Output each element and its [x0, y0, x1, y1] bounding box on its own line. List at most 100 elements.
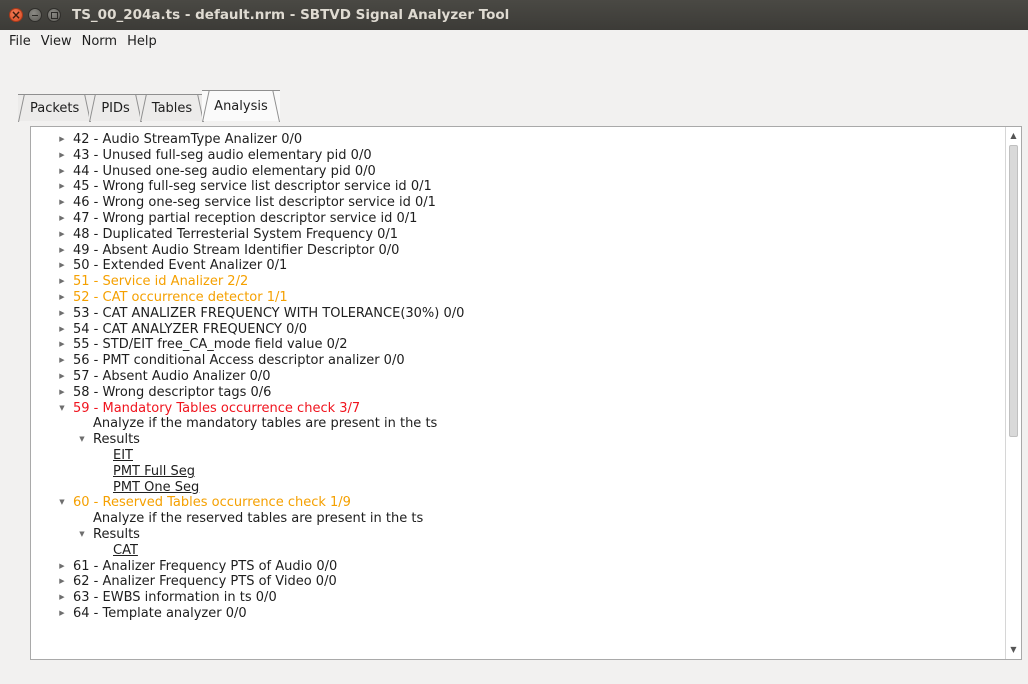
expand-arrow-icon[interactable]: ▶	[57, 227, 67, 243]
window-title: TS_00_204a.ts - default.nrm - SBTVD Sign…	[72, 7, 510, 23]
analysis-tree-panel: ▶ 42 - Audio StreamType Analizer 0/0 ▶ 43 …	[30, 126, 1022, 660]
tab-label: Packets	[30, 100, 80, 116]
tree-item-label: 56 - PMT conditional Access descriptor a…	[73, 353, 405, 369]
menu-norm[interactable]: Norm	[77, 34, 122, 49]
expand-arrow-icon[interactable]: ▶	[57, 132, 67, 148]
tree-item[interactable]: ▶ 48 - Duplicated Terresterial System Fre…	[31, 227, 1003, 243]
tab-tables[interactable]: Tables	[139, 94, 205, 121]
result-link[interactable]: PMT One Seg	[31, 480, 1003, 496]
tree-item-label: 59 - Mandatory Tables occurrence check 3…	[73, 400, 361, 416]
menu-view[interactable]: View	[36, 34, 77, 49]
tree-item-label: 42 - Audio StreamType Analizer 0/0	[73, 132, 303, 147]
close-window-button[interactable]	[9, 6, 23, 24]
minimize-window-button[interactable]	[28, 8, 42, 22]
tree-item[interactable]: ▶ 47 - Wrong partial reception descriptor…	[31, 211, 1003, 227]
tab-label: Tables	[151, 100, 193, 116]
tree-item[interactable]: ▶ 62 - Analizer Frequency PTS of Video 0/…	[31, 574, 1003, 590]
tree-item-warning[interactable]: ▼ 60 - Reserved Tables occurrence check 1…	[31, 495, 1003, 511]
tree-item[interactable]: ▶ 44 - Unused one-seg audio elementary pi…	[31, 164, 1003, 180]
scroll-up-arrow-icon[interactable]: ▲	[1006, 129, 1021, 143]
expand-arrow-icon[interactable]: ▶	[57, 148, 67, 164]
result-link-label[interactable]: CAT	[113, 543, 138, 559]
menu-help[interactable]: Help	[122, 34, 162, 49]
tree-item[interactable]: ▶ 64 - Template analyzer 0/0	[31, 606, 1003, 622]
tree-item[interactable]: ▶ 46 - Wrong one-seg service list descrip…	[31, 195, 1003, 211]
collapse-arrow-icon[interactable]: ▼	[77, 432, 87, 448]
result-link-label[interactable]: PMT Full Seg	[113, 464, 195, 480]
vertical-scrollbar[interactable]: ▲ ▼	[1005, 127, 1021, 659]
tree-item-label: 54 - CAT ANALYZER FREQUENCY 0/0	[73, 321, 308, 337]
tree-item-error[interactable]: ▼ 59 - Mandatory Tables occurrence check …	[31, 401, 1003, 417]
tree-item-label: 55 - STD/EIT free_CA_mode field value 0/…	[73, 337, 348, 353]
tree-item[interactable]: ▶ 50 - Extended Event Analizer 0/1	[31, 258, 1003, 274]
tree-item-label: 64 - Template analyzer 0/0	[73, 605, 247, 621]
result-link[interactable]: EIT	[31, 448, 1003, 464]
tab-label: Analysis	[214, 98, 268, 114]
expand-arrow-icon[interactable]: ▶	[57, 179, 67, 195]
tab-pids[interactable]: PIDs	[89, 94, 142, 121]
expand-arrow-icon[interactable]: ▶	[57, 322, 67, 338]
tree-item-description: Analyze if the mandatory tables are pres…	[31, 416, 1003, 432]
expand-arrow-icon[interactable]: ▶	[57, 306, 67, 322]
tree-item[interactable]: ▶ 53 - CAT ANALIZER FREQUENCY WITH TOLERA…	[31, 306, 1003, 322]
tree-item[interactable]: ▶ 57 - Absent Audio Analizer 0/0	[31, 369, 1003, 385]
expand-arrow-icon[interactable]: ▶	[57, 258, 67, 274]
tab-packets[interactable]: Packets	[18, 94, 92, 121]
tree-item-label: 62 - Analizer Frequency PTS of Video 0/0	[73, 574, 337, 590]
tab-bar: Packets PIDs Tables Analysis	[18, 90, 280, 121]
menu-bar: File View Norm Help	[0, 30, 1028, 52]
tree-item-warning[interactable]: ▶ 52 - CAT occurrence detector 1/1	[31, 290, 1003, 306]
expand-arrow-icon[interactable]: ▶	[57, 243, 67, 259]
tab-analysis[interactable]: Analysis	[202, 90, 280, 121]
expand-arrow-icon[interactable]: ▶	[57, 195, 67, 211]
tree-item-label: Results	[93, 432, 140, 448]
tree-item-label: 49 - Absent Audio Stream Identifier Desc…	[73, 242, 400, 258]
expand-arrow-icon[interactable]: ▶	[57, 574, 67, 590]
tree-item-warning[interactable]: ▶ 51 - Service id Analizer 2/2	[31, 274, 1003, 290]
collapse-arrow-icon[interactable]: ▼	[77, 527, 87, 543]
tree-item-label: 46 - Wrong one-seg service list descript…	[73, 195, 436, 211]
result-link-label[interactable]: PMT One Seg	[113, 480, 199, 496]
expand-arrow-icon[interactable]: ▶	[57, 385, 67, 401]
analysis-tree: ▶ 42 - Audio StreamType Analizer 0/0 ▶ 43 …	[31, 132, 1003, 622]
tree-item-results[interactable]: ▼ Results	[31, 432, 1003, 448]
expand-arrow-icon[interactable]: ▶	[57, 559, 67, 575]
result-link[interactable]: CAT	[31, 543, 1003, 559]
tree-item-label: 43 - Unused full-seg audio elementary pi…	[73, 147, 372, 163]
expand-arrow-icon[interactable]: ▶	[57, 211, 67, 227]
maximize-window-button[interactable]	[47, 8, 61, 22]
expand-arrow-icon[interactable]: ▶	[57, 606, 67, 622]
expand-arrow-icon[interactable]: ▶	[57, 353, 67, 369]
result-link[interactable]: PMT Full Seg	[31, 464, 1003, 480]
tree-item-label: 50 - Extended Event Analizer 0/1	[73, 258, 288, 274]
tree-item[interactable]: ▶ 63 - EWBS information in ts 0/0	[31, 590, 1003, 606]
tree-item[interactable]: ▶ 45 - Wrong full-seg service list descri…	[31, 179, 1003, 195]
scroll-down-arrow-icon[interactable]: ▼	[1006, 643, 1021, 657]
tree-item[interactable]: ▶ 58 - Wrong descriptor tags 0/6	[31, 385, 1003, 401]
expand-arrow-icon[interactable]: ▶	[57, 164, 67, 180]
tree-item-label: 45 - Wrong full-seg service list descrip…	[73, 179, 432, 195]
scrollbar-thumb[interactable]	[1009, 145, 1018, 437]
tree-item[interactable]: ▶ 42 - Audio StreamType Analizer 0/0	[31, 132, 1003, 148]
tree-item[interactable]: ▶ 54 - CAT ANALYZER FREQUENCY 0/0	[31, 322, 1003, 338]
tree-item[interactable]: ▶ 61 - Analizer Frequency PTS of Audio 0/…	[31, 559, 1003, 575]
expand-arrow-icon[interactable]: ▶	[57, 290, 67, 306]
collapse-arrow-icon[interactable]: ▼	[57, 401, 67, 417]
collapse-arrow-icon[interactable]: ▼	[57, 495, 67, 511]
tree-item-results[interactable]: ▼ Results	[31, 527, 1003, 543]
tree-item[interactable]: ▶ 43 - Unused full-seg audio elementary p…	[31, 148, 1003, 164]
result-link-label[interactable]: EIT	[113, 448, 133, 464]
tab-label: PIDs	[101, 100, 130, 116]
tree-item-label: 53 - CAT ANALIZER FREQUENCY WITH TOLERAN…	[73, 305, 465, 321]
tree-item-label: Analyze if the mandatory tables are pres…	[93, 416, 438, 432]
expand-arrow-icon[interactable]: ▶	[57, 274, 67, 290]
tree-item[interactable]: ▶ 49 - Absent Audio Stream Identifier Des…	[31, 243, 1003, 259]
tree-item[interactable]: ▶ 56 - PMT conditional Access descriptor …	[31, 353, 1003, 369]
expand-arrow-icon[interactable]: ▶	[57, 590, 67, 606]
tree-item-label: Analyze if the reserved tables are prese…	[93, 511, 424, 527]
expand-arrow-icon[interactable]: ▶	[57, 337, 67, 353]
tree-item-label: 58 - Wrong descriptor tags 0/6	[73, 384, 272, 400]
tree-item[interactable]: ▶ 55 - STD/EIT free_CA_mode field value 0…	[31, 337, 1003, 353]
menu-file[interactable]: File	[4, 34, 36, 49]
expand-arrow-icon[interactable]: ▶	[57, 369, 67, 385]
